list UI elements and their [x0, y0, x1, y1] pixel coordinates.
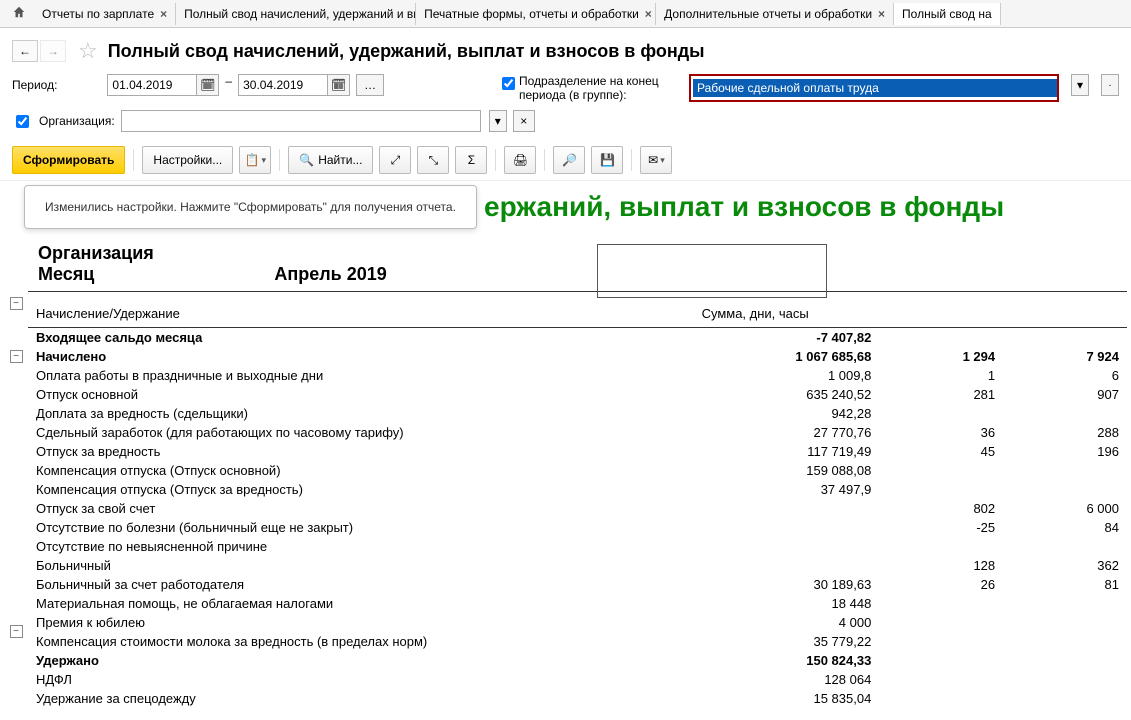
tab-bar: Отчеты по зарплате × Полный свод начислен… [0, 0, 1131, 28]
table-row[interactable]: Удержано150 824,33 [28, 651, 1127, 670]
params-row-2: Организация: ▾ × [0, 108, 1131, 140]
tab-label: Дополнительные отчеты и обработки [664, 7, 872, 21]
close-icon[interactable]: × [645, 7, 652, 21]
collapse-button[interactable]: ⤡ [417, 146, 449, 174]
table-row[interactable]: Больничный128362 [28, 556, 1127, 575]
col-sum: Сумма, дни, часы [694, 304, 1127, 328]
report-area: Изменились настройки. Нажмите "Сформиров… [0, 181, 1131, 718]
header: ← → ☆ Полный свод начислений, удержаний,… [0, 28, 1131, 68]
tree-collapse-icon[interactable]: − [10, 350, 23, 363]
toolbar: Сформировать Настройки... 📋▾ 🔍Найти... ⤢… [0, 140, 1131, 181]
table-row[interactable]: Сдельный заработок (для работающих по ча… [28, 423, 1127, 442]
close-icon[interactable]: × [160, 7, 167, 21]
tab-label: Печатные формы, отчеты и обработки [424, 7, 639, 21]
forward-button[interactable]: → [40, 40, 66, 62]
period-label: Период: [12, 74, 57, 92]
table-row[interactable]: Начислено1 067 685,681 2947 924 [28, 347, 1127, 366]
email-button[interactable]: ✉▾ [640, 146, 672, 174]
calendar-icon[interactable]: 🗓 [197, 74, 219, 96]
table-row[interactable]: Отсутствие по невыясненной причине [28, 537, 1127, 556]
sum-button[interactable]: Σ [455, 146, 487, 174]
table-row[interactable]: Больничный за счет работодателя30 189,63… [28, 575, 1127, 594]
table-row[interactable]: Удержание за спецодежду15 835,04 [28, 689, 1127, 708]
tree-collapse-icon[interactable]: − [10, 297, 23, 310]
table-row[interactable]: Отпуск за свой счет8026 000 [28, 499, 1127, 518]
table-row[interactable]: Компенсация отпуска (Отпуск за вредность… [28, 480, 1127, 499]
tab-4[interactable]: Полный свод на [894, 3, 1001, 25]
home-icon[interactable] [4, 1, 34, 26]
params-row-1: Период: 01.04.2019 🗓 – 30.04.2019 🗓 … По… [0, 68, 1131, 108]
table-row[interactable]: Материальная помощь, не облагаемая налог… [28, 594, 1127, 613]
period-to-input[interactable]: 30.04.2019 [238, 74, 328, 96]
tab-0[interactable]: Отчеты по зарплате × [34, 3, 176, 25]
calendar-icon[interactable]: 🗓 [328, 74, 350, 96]
tab-1[interactable]: Полный свод начислений, удержаний и выпл… [176, 3, 416, 25]
table-row[interactable]: Отсутствие по болезни (больничный еще не… [28, 518, 1127, 537]
tab-label: Полный свод начислений, удержаний и выпл… [184, 7, 416, 21]
settings-button[interactable]: Настройки... [142, 146, 233, 174]
preview-button[interactable]: 🔎 [553, 146, 585, 174]
dropdown-icon[interactable]: ▾ [489, 110, 507, 132]
dropdown-icon[interactable]: ▾ [1071, 74, 1089, 96]
table-row[interactable]: Премия к юбилею4 000 [28, 613, 1127, 632]
month-header-label: Месяц [38, 264, 94, 285]
table-row[interactable]: Доплата за вредность (сдельщики)942,28 [28, 404, 1127, 423]
favorite-icon[interactable]: ☆ [78, 38, 98, 64]
period-from-input[interactable]: 01.04.2019 [107, 74, 197, 96]
month-header-value: Апрель 2019 [274, 264, 386, 285]
tab-2[interactable]: Печатные формы, отчеты и обработки × [416, 3, 656, 25]
save-button[interactable]: 💾 [591, 146, 623, 174]
clear-button[interactable]: × [513, 110, 535, 132]
table-row[interactable]: НДФЛ128 064 [28, 670, 1127, 689]
back-button[interactable]: ← [12, 40, 38, 62]
expand-button[interactable]: ⤢ [379, 146, 411, 174]
table-row[interactable]: Компенсация стоимости молока за вредност… [28, 632, 1127, 651]
report-table: Начисление/Удержание Сумма, дни, часы Вх… [28, 304, 1127, 708]
dropdown-extra-icon[interactable]: · [1101, 74, 1119, 96]
table-row[interactable]: Оплата работы в праздничные и выходные д… [28, 366, 1127, 385]
subdivision-field: Рабочие сдельной оплаты труда [689, 74, 1059, 102]
subdivision-checkbox[interactable] [502, 77, 515, 90]
tree-column: − − − [4, 237, 28, 708]
period-more-button[interactable]: … [356, 74, 384, 96]
tab-3[interactable]: Дополнительные отчеты и обработки × [656, 3, 894, 25]
settings-changed-tooltip: Изменились настройки. Нажмите "Сформиров… [24, 185, 477, 229]
empty-box [597, 244, 827, 298]
close-icon[interactable]: × [878, 7, 885, 21]
find-button[interactable]: 🔍Найти... [288, 146, 373, 174]
org-input[interactable] [121, 110, 481, 132]
page-title: Полный свод начислений, удержаний, выпла… [108, 41, 705, 62]
tab-label: Полный свод на [902, 7, 992, 21]
report-header-block: Организация Месяц Апрель 2019 [28, 237, 1127, 292]
subdivision-input[interactable]: Рабочие сдельной оплаты труда [693, 79, 1057, 97]
table-row[interactable]: Компенсация отпуска (Отпуск основной)159… [28, 461, 1127, 480]
table-row[interactable]: Отпуск основной635 240,52281907 [28, 385, 1127, 404]
subdivision-label: Подразделение на конец периода (в группе… [519, 74, 679, 102]
col-name: Начисление/Удержание [28, 304, 694, 328]
org-label: Организация: [39, 114, 115, 128]
copy-button[interactable]: 📋▾ [239, 146, 271, 174]
table-row[interactable]: Отпуск за вредность117 719,4945196 [28, 442, 1127, 461]
org-header-label: Организация [38, 243, 154, 264]
tab-label: Отчеты по зарплате [42, 7, 154, 21]
tree-collapse-icon[interactable]: − [10, 625, 23, 638]
org-checkbox[interactable] [16, 115, 29, 128]
print-button[interactable]: 🖨 [504, 146, 536, 174]
generate-button[interactable]: Сформировать [12, 146, 125, 174]
table-row[interactable]: Входящее сальдо месяца-7 407,82 [28, 328, 1127, 348]
